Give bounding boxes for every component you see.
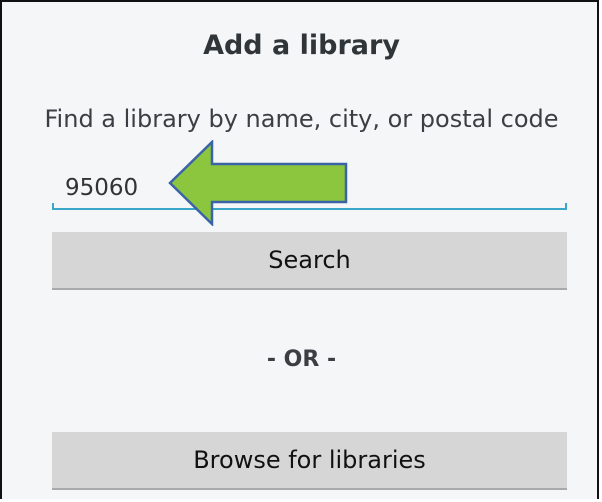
or-separator: - OR - [266, 347, 337, 372]
dialog-title: Add a library [203, 30, 400, 61]
search-button[interactable]: Search [52, 232, 567, 290]
browse-libraries-button[interactable]: Browse for libraries [52, 432, 567, 490]
search-prompt: Find a library by name, city, or postal … [44, 105, 559, 133]
add-library-dialog: Add a library Find a library by name, ci… [0, 0, 599, 499]
left-arrow-icon [168, 140, 348, 226]
